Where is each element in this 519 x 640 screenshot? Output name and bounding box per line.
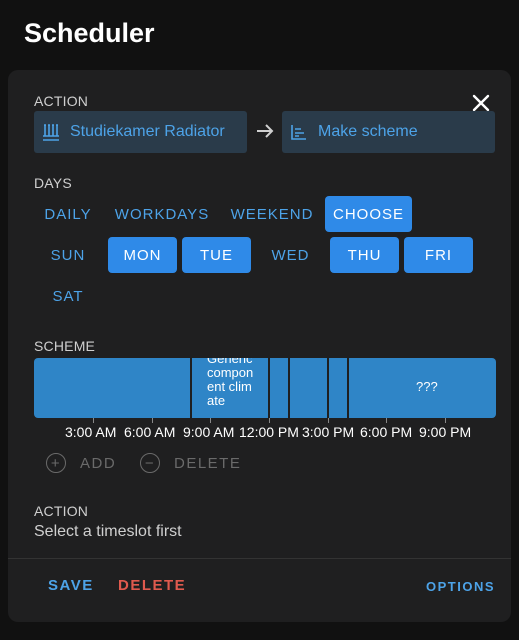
delete-timeslot-button[interactable]: − DELETE [140, 453, 241, 473]
day-wed-button[interactable]: WED [256, 237, 325, 273]
mode-workdays-button[interactable]: WORKDAYS [112, 196, 212, 232]
arrow-right-icon [254, 120, 276, 142]
scheme-icon [288, 121, 310, 143]
options-button[interactable]: OPTIONS [426, 579, 495, 594]
mode-choose-button[interactable]: CHOOSE [325, 196, 412, 232]
radiator-icon [40, 121, 62, 143]
service-chip[interactable]: Make scheme [282, 111, 495, 153]
day-sun-button[interactable]: SUN [36, 237, 100, 273]
timeslot-divider[interactable] [327, 358, 329, 418]
days-section-label: DAYS [34, 175, 72, 191]
timeslot-divider[interactable] [268, 358, 270, 418]
timeslot-label-generic: Generic component climate [207, 358, 254, 408]
service-name: Make scheme [318, 123, 418, 140]
tick-label: 6:00 PM [360, 424, 413, 440]
slot-action-placeholder: Select a timeslot first [34, 523, 182, 540]
timeslot-label-unknown: ??? [416, 379, 438, 394]
page-title: Scheduler [24, 18, 155, 48]
tick-label: 9:00 AM [183, 424, 235, 440]
day-sat-button[interactable]: SAT [36, 278, 100, 314]
action-section-label: ACTION [34, 93, 89, 109]
entity-name: Studiekamer Radiator [70, 123, 225, 140]
scheme-timeline[interactable]: Generic component climate ??? [34, 358, 496, 418]
tick-mark [93, 418, 94, 423]
tick-label: 9:00 PM [419, 424, 472, 440]
tick-mark [210, 418, 211, 423]
day-thu-button[interactable]: THU [330, 237, 399, 273]
tick-label: 6:00 AM [124, 424, 176, 440]
tick-mark [269, 418, 270, 423]
timeslot-divider[interactable] [347, 358, 349, 418]
tick-mark [386, 418, 387, 423]
day-mon-button[interactable]: MON [108, 237, 177, 273]
scheduler-dialog: ACTION Studiekamer Radiator Make scheme … [8, 70, 511, 622]
tick-mark [152, 418, 153, 423]
slot-action-label: ACTION [34, 503, 89, 519]
tick-label: 12:00 PM [239, 424, 299, 440]
mode-weekend-button[interactable]: WEEKEND [227, 196, 317, 232]
mode-daily-button[interactable]: DAILY [36, 196, 100, 232]
add-timeslot-button[interactable]: + ADD [46, 453, 116, 473]
tick-mark [328, 418, 329, 423]
day-tue-button[interactable]: TUE [182, 237, 251, 273]
remove-circle-icon: − [140, 453, 160, 473]
tick-label: 3:00 AM [65, 424, 117, 440]
tick-label: 3:00 PM [302, 424, 355, 440]
delete-timeslot-label: DELETE [174, 454, 242, 472]
save-button[interactable]: SAVE [48, 577, 94, 594]
day-fri-button[interactable]: FRI [404, 237, 473, 273]
scheme-section-label: SCHEME [34, 338, 96, 354]
footer-divider [8, 558, 511, 559]
entity-chip[interactable]: Studiekamer Radiator [34, 111, 247, 153]
add-circle-icon: + [46, 453, 66, 473]
timeslot-divider[interactable] [288, 358, 290, 418]
timeslot-divider[interactable] [190, 358, 192, 418]
add-label: ADD [80, 454, 117, 472]
tick-mark [445, 418, 446, 423]
delete-button[interactable]: DELETE [118, 577, 186, 594]
